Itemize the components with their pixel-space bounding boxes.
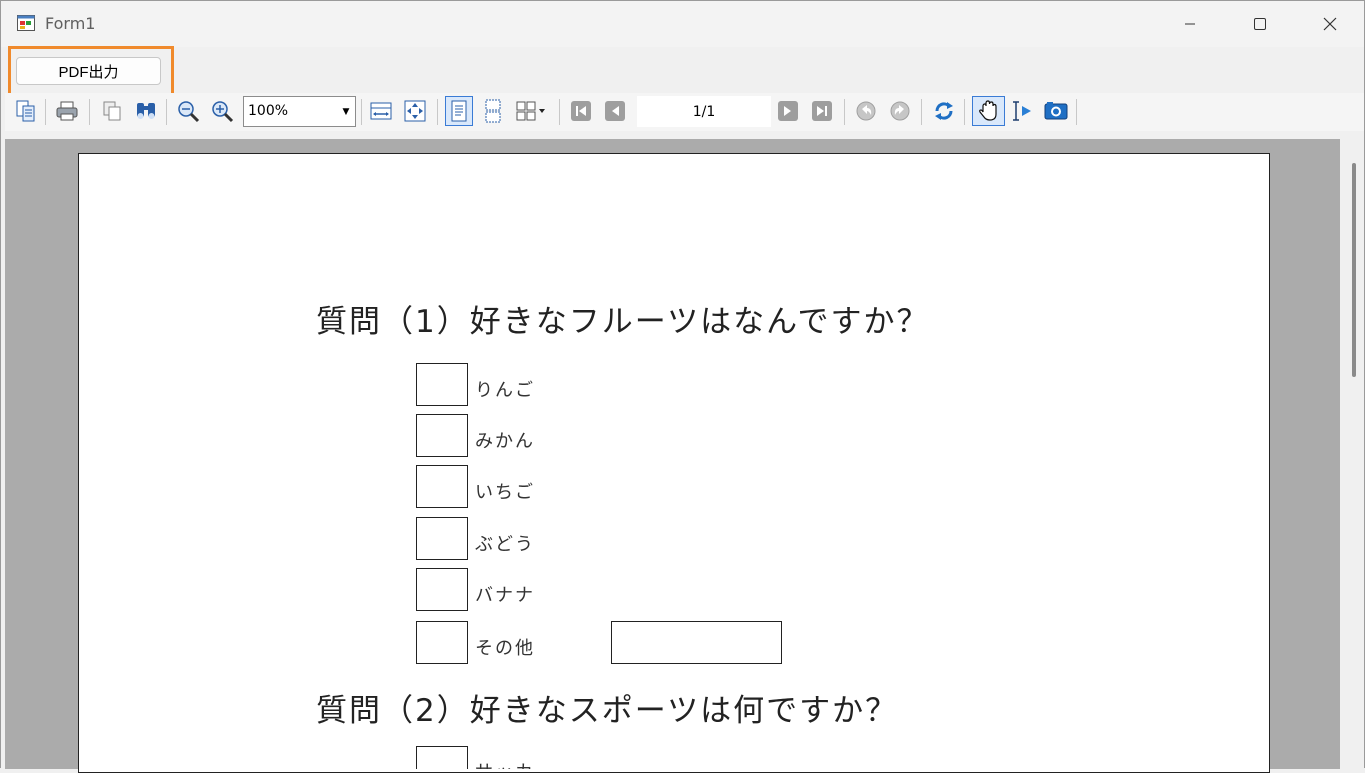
zoom-combobox[interactable]: 100% ▼ xyxy=(243,96,356,127)
minimize-button[interactable] xyxy=(1155,1,1225,47)
zoom-out-icon xyxy=(178,101,200,123)
zoom-in-icon xyxy=(212,101,234,123)
checkbox-box xyxy=(416,363,468,406)
toolbar-separator xyxy=(559,99,560,125)
toolbar-separator xyxy=(964,99,965,125)
hand-tool-icon xyxy=(978,100,997,121)
copy-icon xyxy=(103,101,121,121)
checkbox-box xyxy=(416,568,468,611)
question-1-heading: 質問（1）好きなフルーツはなんですか？ xyxy=(316,304,930,340)
window-title: Form1 xyxy=(45,14,96,33)
option-label: その他 xyxy=(475,638,535,659)
whole-page-icon xyxy=(404,100,426,122)
maximize-button[interactable] xyxy=(1225,1,1295,47)
toolbar-separator xyxy=(844,99,845,125)
continuous-pages-button[interactable] xyxy=(479,96,507,126)
checkbox-box xyxy=(416,746,468,769)
snapshot-button[interactable] xyxy=(1042,96,1070,126)
copy-button[interactable] xyxy=(98,96,126,126)
app-window: Form1 PDF出力 100% ▼ 1/1 質問（1）好きなフルーツはなんです… xyxy=(0,0,1365,773)
last-page-icon xyxy=(812,101,832,121)
close-button[interactable] xyxy=(1295,1,1365,47)
page-width-icon xyxy=(370,102,392,120)
toolbar-separator xyxy=(166,99,167,125)
toolbar-separator xyxy=(45,99,46,125)
toolbar-separator xyxy=(1076,99,1077,125)
back-icon xyxy=(856,101,876,121)
question-2-heading: 質問（2）好きなスポーツは何ですか？ xyxy=(316,693,899,729)
title-bar[interactable]: Form1 xyxy=(1,1,1364,47)
back-button[interactable] xyxy=(852,96,880,126)
button-area xyxy=(1,47,1364,93)
first-page-button[interactable] xyxy=(567,96,595,126)
highlight-frame xyxy=(8,46,174,98)
maximize-icon xyxy=(1254,18,1266,30)
option-label: みかん xyxy=(475,431,535,452)
other-text-box xyxy=(611,621,782,664)
single-page-button[interactable] xyxy=(445,96,473,126)
single-page-icon xyxy=(451,100,467,122)
checkbox-box xyxy=(416,517,468,560)
chevron-down-icon[interactable]: ▼ xyxy=(339,99,353,124)
page-setup-button[interactable] xyxy=(12,96,40,126)
option-label: ぶどう xyxy=(475,534,535,555)
page-number-field[interactable]: 1/1 xyxy=(637,96,771,127)
next-page-icon xyxy=(778,101,798,121)
multiple-pages-icon xyxy=(516,101,545,121)
forward-button[interactable] xyxy=(886,96,914,126)
checkbox-box xyxy=(416,414,468,457)
toolbar-separator xyxy=(361,99,362,125)
checkbox-box xyxy=(416,465,468,508)
multiple-pages-button[interactable] xyxy=(513,96,551,126)
toolbar-separator xyxy=(437,99,438,125)
option-label: りんご xyxy=(475,380,535,401)
close-icon xyxy=(1323,17,1337,31)
page-setup-icon xyxy=(16,100,35,122)
print-icon xyxy=(56,101,78,121)
previous-page-icon xyxy=(605,101,625,121)
last-page-button[interactable] xyxy=(808,96,836,126)
zoom-in-button[interactable] xyxy=(208,96,236,126)
option-label: サッカ xyxy=(475,758,535,769)
hand-tool-button[interactable] xyxy=(972,96,1005,126)
zoom-value: 100% xyxy=(248,103,289,119)
previous-page-button[interactable] xyxy=(601,96,629,126)
toolbar-separator xyxy=(89,99,90,125)
report-page xyxy=(78,153,1270,773)
checkbox-box xyxy=(416,621,468,664)
select-text-button[interactable] xyxy=(1008,96,1036,126)
whole-page-button[interactable] xyxy=(401,96,429,126)
snapshot-icon xyxy=(1044,102,1068,120)
next-page-button[interactable] xyxy=(774,96,802,126)
option-label: いちご xyxy=(475,482,535,503)
first-page-icon xyxy=(571,101,591,121)
form-app-icon xyxy=(17,15,35,31)
find-button[interactable] xyxy=(132,96,160,126)
scrollbar-thumb[interactable] xyxy=(1352,163,1356,377)
continuous-pages-icon xyxy=(485,99,501,123)
find-icon xyxy=(137,103,155,119)
option-label: バナナ xyxy=(475,585,535,606)
refresh-button[interactable] xyxy=(930,96,958,126)
zoom-out-button[interactable] xyxy=(174,96,202,126)
forward-icon xyxy=(890,101,910,121)
print-button[interactable] xyxy=(53,96,81,126)
page-width-button[interactable] xyxy=(367,96,395,126)
select-text-icon xyxy=(1013,101,1031,121)
refresh-icon xyxy=(935,102,953,120)
toolbar-separator xyxy=(921,99,922,125)
minimize-icon xyxy=(1185,23,1195,25)
